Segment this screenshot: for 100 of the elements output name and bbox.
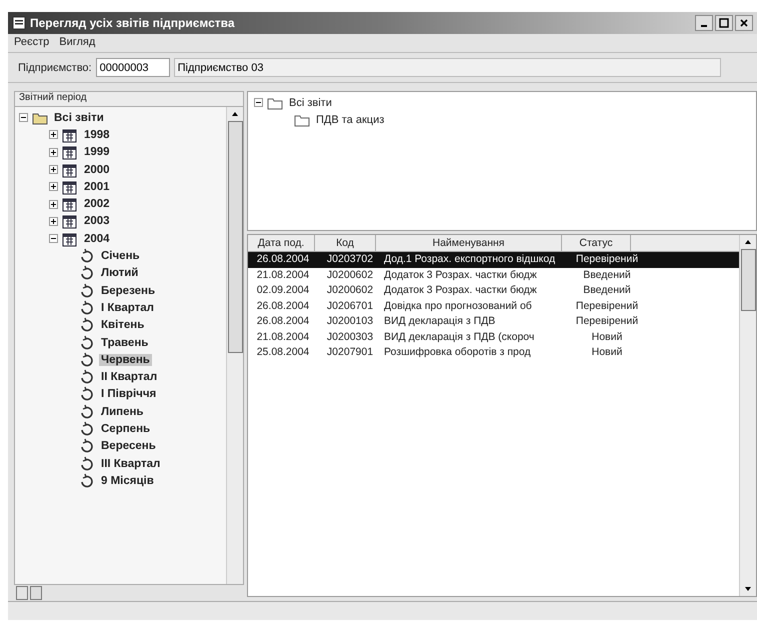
tree-item[interactable]: ПДВ та акциз [314, 114, 386, 126]
table-cell-text: Перевірений [574, 314, 640, 329]
tree-item[interactable]: Серпень [99, 422, 152, 435]
tree-item[interactable]: 2000 [82, 164, 112, 176]
refresh-icon [79, 438, 95, 454]
menu-item[interactable]: Вигляд [59, 36, 96, 50]
table-cell-text: Додаток 3 Розрах. частки бюдж [383, 268, 538, 282]
calendar-icon [62, 178, 78, 195]
table-cell-text: Додаток 3 Розрах. частки бюдж [383, 283, 538, 298]
minimize-icon [701, 25, 707, 27]
tree-item[interactable]: 1998 [82, 128, 112, 141]
tree-item[interactable]: Лютий [99, 267, 140, 280]
scroll-down-icon[interactable] [744, 585, 752, 593]
scroll-thumb[interactable] [30, 586, 42, 600]
column-header[interactable]: Найменування [376, 235, 562, 251]
tree-item[interactable]: 9 Місяців [99, 474, 156, 487]
tree-item[interactable]: 2002 [82, 198, 112, 210]
calendar-icon [62, 126, 78, 143]
calendar-icon [62, 162, 78, 178]
tree-item[interactable]: Квітень [99, 319, 146, 332]
expander-icon[interactable] [49, 200, 58, 209]
column-header[interactable]: Дата под. [248, 235, 315, 251]
calendar-icon [62, 213, 78, 230]
enterprise-code-field[interactable]: 00000003 [96, 58, 170, 77]
expander-icon[interactable] [19, 113, 28, 122]
column-header[interactable]: Статус [562, 235, 631, 251]
tree-item[interactable]: Березень [99, 284, 158, 297]
expander-icon[interactable] [49, 165, 58, 174]
expander-icon[interactable] [49, 216, 58, 226]
refresh-icon [79, 456, 95, 472]
scroll-up-icon[interactable] [744, 238, 752, 246]
expander-icon[interactable] [49, 130, 58, 140]
scroll-thumb[interactable] [740, 249, 756, 311]
expander-icon[interactable] [49, 148, 58, 157]
minimize-button[interactable] [695, 15, 713, 31]
scroll-button[interactable] [16, 586, 28, 600]
refresh-icon [79, 248, 95, 264]
table-cell-text: Перевірений [574, 252, 640, 267]
menu-item[interactable]: Реєстр [14, 36, 50, 50]
tree-item[interactable]: Липень [99, 406, 146, 418]
table-row[interactable]: 02.09.2004 J0200602 Додаток 3 Розрах. частки бюдж Введений [248, 283, 739, 298]
tree-item[interactable]: I Півріччя [99, 388, 158, 400]
calendar-icon [62, 144, 78, 160]
refresh-icon [79, 300, 95, 316]
vertical-scrollbar[interactable] [739, 235, 756, 596]
calendar-icon [62, 196, 78, 212]
vertical-scrollbar[interactable] [226, 107, 243, 584]
table-cell-text: ВИД декларація з ПДВ (скороч [383, 330, 536, 344]
refresh-icon [79, 334, 95, 350]
table-row[interactable]: 21.08.2004 J0200303 ВИД декларація з ПДВ (скороч Новий [248, 330, 739, 345]
refresh-icon [79, 420, 95, 437]
tree-item[interactable]: Травень [99, 336, 150, 348]
tree-item[interactable]: II Квартал [99, 371, 160, 384]
refresh-icon [79, 386, 95, 402]
refresh-icon [79, 369, 95, 386]
tree-item[interactable]: 2003 [82, 215, 112, 228]
tree-item[interactable]: 2001 [82, 180, 112, 193]
tree-item[interactable]: 1999 [82, 146, 112, 158]
table-cell-text: J0200602 [326, 283, 374, 298]
table-cell-text: 02.09.2004 [256, 283, 310, 298]
window-icon [12, 16, 26, 30]
table-cell-text: J0206701 [326, 298, 374, 314]
tree-item[interactable]: I Квартал [99, 302, 156, 314]
folder-icon [32, 110, 48, 125]
table-cell-text: 26.08.2004 [256, 314, 310, 329]
tree-item[interactable]: Січень [99, 250, 142, 262]
refresh-icon [79, 472, 95, 489]
tree-item[interactable]: Всі звіти [287, 96, 334, 109]
scroll-up-icon[interactable] [231, 110, 239, 118]
panel-header: Звітний період [14, 91, 244, 106]
table-row[interactable]: 26.08.2004 J0206701 Довідка про прогнозований об Перевірений [248, 298, 739, 314]
expander-icon[interactable] [49, 182, 58, 192]
table-row[interactable]: 26.08.2004 J0200103 ВИД декларація з ПДВ Перевірений [248, 314, 739, 330]
table-cell-text: J0200103 [326, 314, 374, 329]
enterprise-name-field[interactable]: Підприємство 03 [174, 58, 721, 77]
expander-icon[interactable] [49, 234, 58, 244]
table-row[interactable]: 26.08.2004 J0203702 Дод.1 Розрах. експортного відшкод Перевірений [248, 252, 739, 268]
table-cell-text: Довідка про прогнозований об [383, 298, 533, 314]
table-cell-text: 21.08.2004 [256, 268, 310, 282]
table-cell-text: J0203702 [326, 252, 374, 267]
expander-icon[interactable] [254, 98, 263, 108]
maximize-button[interactable] [715, 15, 733, 31]
tree-item[interactable]: Вересень [99, 440, 158, 452]
refresh-icon [79, 317, 95, 334]
column-header[interactable]: Код [315, 235, 376, 251]
tree-item[interactable]: 2004 [82, 232, 112, 245]
refresh-icon [79, 352, 95, 368]
table-cell-text: ВИД декларація з ПДВ [383, 314, 496, 329]
folder-icon [267, 96, 283, 110]
close-icon [739, 18, 749, 28]
close-button[interactable] [735, 15, 753, 31]
scroll-thumb[interactable] [228, 121, 242, 353]
tree-item[interactable]: III Квартал [99, 458, 162, 470]
folder-icon [294, 112, 310, 127]
table-cell-text: 26.08.2004 [256, 252, 310, 267]
tree-item[interactable]: Всі звіти [52, 112, 106, 124]
table-row[interactable]: 21.08.2004 J0200602 Додаток 3 Розрах. частки бюдж Введений [248, 268, 739, 283]
table-row[interactable]: 25.08.2004 J0207901 Розшифровка оборотів з прод Новий [248, 345, 739, 360]
table-cell-text: Введений [582, 268, 632, 282]
tree-item[interactable]: Червень [99, 354, 152, 366]
